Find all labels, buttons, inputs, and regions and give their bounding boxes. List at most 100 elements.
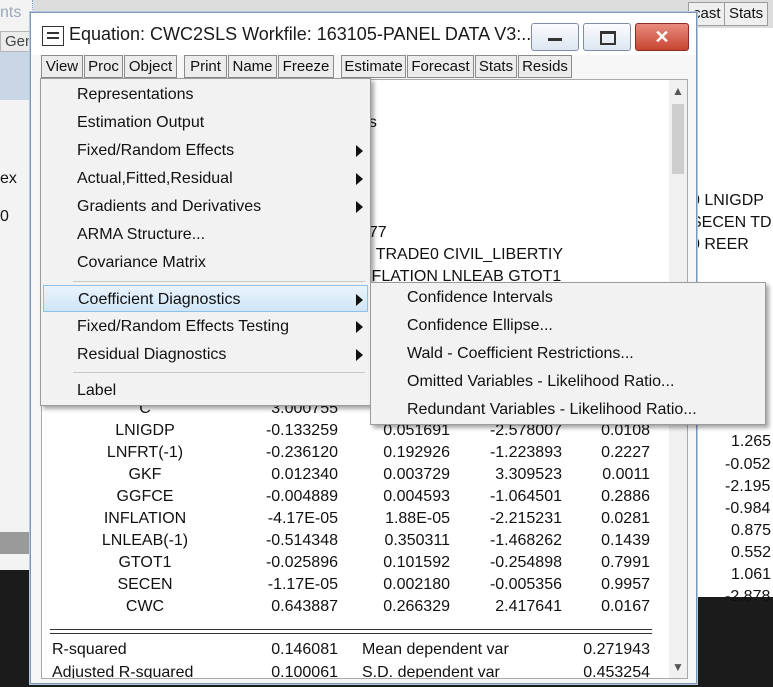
background-left-window [0,0,33,570]
menu-item-wald-test[interactable]: Wald - Coefficient Restrictions... [373,340,763,367]
table-divider [50,633,652,634]
background-number: -0.984 [725,500,771,517]
menu-item-arma-structure[interactable]: ARMA Structure... [43,221,368,248]
t-statistic-value: -1.223893 [489,444,562,461]
variable-name: INFLATION [103,510,187,527]
background-stats-button[interactable]: Stats [724,2,769,26]
background-number: -2.195 [725,478,771,495]
scroll-up-icon[interactable]: ▲ [669,82,687,100]
std-error-value: 0.350311 [384,532,450,549]
maximize-button[interactable] [583,23,631,51]
variable-name: GKF [128,466,162,483]
menu-item-actual-fitted-residual[interactable]: Actual,Fitted,Residual [43,165,368,192]
background-number: 0.552 [731,544,772,561]
stat-label: Mean dependent var [362,641,509,658]
std-error-value: 0.004593 [383,488,450,505]
stats-button[interactable]: Stats [475,55,517,78]
close-button[interactable]: ✕ [635,23,689,51]
scroll-thumb[interactable] [672,104,684,174]
t-statistic-value: -1.468262 [489,532,562,549]
title-bar[interactable]: Equation: CWC2SLS Workfile: 163105-PANEL… [31,13,696,55]
coefficient-value: -0.236120 [265,444,338,461]
p-value: 0.9957 [601,576,650,593]
std-error-value: 0.192926 [383,444,450,461]
coefficient-value: -0.133259 [265,422,338,439]
stat-value: 0.146081 [271,641,338,658]
view-menu: Representations Estimation Output Fixed/… [40,78,371,406]
menu-separator [73,281,365,282]
variable-name: SECEN [117,576,173,593]
submenu-arrow-icon [356,201,363,213]
std-error-value: 0.002180 [383,576,450,593]
background-text: 0 REER [691,236,749,253]
background-number: 1.061 [731,566,772,583]
name-button[interactable]: Name [228,55,277,78]
menu-item-confidence-ellipse[interactable]: Confidence Ellipse... [373,312,763,339]
coefficient-value: -0.004889 [265,488,338,505]
menu-item-covariance-matrix[interactable]: Covariance Matrix [43,249,368,276]
minimize-button[interactable] [531,23,579,51]
menu-item-estimation-output[interactable]: Estimation Output [43,109,368,136]
submenu-arrow-icon [356,294,363,306]
t-statistic-value: 3.309523 [495,466,562,483]
stat-label: S.D. dependent var [362,664,500,679]
menu-item-label[interactable]: Label [43,377,368,404]
view-button[interactable]: View [41,55,83,78]
estimate-button[interactable]: Estimate [341,55,406,78]
background-number: 0.875 [731,522,772,539]
background-left-panel [0,48,32,100]
p-value: 0.7991 [601,554,650,571]
menu-item-representations[interactable]: Representations [43,81,368,108]
menu-item-coefficient-diagnostics[interactable]: Coefficient Diagnostics [43,285,368,312]
variable-name: LNFRT(-1) [106,444,184,461]
p-value: 0.0281 [601,510,650,527]
p-value: 0.0167 [601,598,650,615]
coefficient-value: 0.012340 [271,466,338,483]
std-error-value: 1.88E-05 [385,510,450,527]
t-statistic-value: -0.254898 [489,554,562,571]
forecast-button[interactable]: Forecast [407,55,474,78]
resids-button[interactable]: Resids [518,55,572,78]
menu-item-fixed-random-effects[interactable]: Fixed/Random Effects [43,137,368,164]
close-icon: ✕ [654,27,670,47]
background-text: 0 LNIGDP [691,192,764,209]
std-error-value: 0.266329 [383,598,450,615]
coefficient-value: -1.17E-05 [267,576,338,593]
std-error-value: 0.003729 [383,466,450,483]
t-statistic-value: -2.215231 [489,510,562,527]
system-menu-icon[interactable] [42,26,64,46]
menu-item-gradients-derivatives[interactable]: Gradients and Derivatives [43,193,368,220]
variable-name: GGFCE [116,488,174,505]
print-button[interactable]: Print [184,55,227,78]
stat-value: 0.271943 [583,641,650,658]
background-window-title: nts [0,4,22,21]
submenu-arrow-icon [356,321,363,333]
minimize-icon [548,38,562,41]
background-text: ex [0,170,17,187]
menu-item-fixed-random-effects-testing[interactable]: Fixed/Random Effects Testing [43,313,368,340]
coefficient-value: -0.514348 [265,532,338,549]
t-statistic-value: -0.005356 [489,576,562,593]
menu-item-omitted-variables[interactable]: Omitted Variables - Likelihood Ratio... [373,368,763,395]
variable-name: CWC [125,598,165,615]
coefficient-diagnostics-submenu: Confidence Intervals Confidence Ellipse.… [370,282,766,425]
background-text: 0 [0,208,9,225]
output-text-line: C TRADE0 CIVIL_LIBERTIY [360,246,564,263]
coefficient-value: 0.643887 [271,598,338,615]
proc-button[interactable]: Proc [84,55,123,78]
object-button[interactable]: Object [124,55,177,78]
background-left-bar [0,532,32,554]
submenu-arrow-icon [356,173,363,185]
p-value: 0.2886 [601,488,650,505]
menu-item-confidence-intervals[interactable]: Confidence Intervals [373,284,763,311]
coefficient-value: -4.17E-05 [267,510,338,527]
stat-value: 0.100061 [271,664,338,679]
freeze-button[interactable]: Freeze [278,55,334,78]
menu-item-residual-diagnostics[interactable]: Residual Diagnostics [43,341,368,368]
maximize-icon [600,31,616,45]
window-title: Equation: CWC2SLS Workfile: 163105-PANEL… [69,24,537,44]
scroll-down-icon[interactable]: ▼ [669,658,687,676]
std-error-value: 0.101592 [383,554,450,571]
table-divider [50,629,652,630]
menu-item-redundant-variables[interactable]: Redundant Variables - Likelihood Ratio..… [373,396,763,423]
